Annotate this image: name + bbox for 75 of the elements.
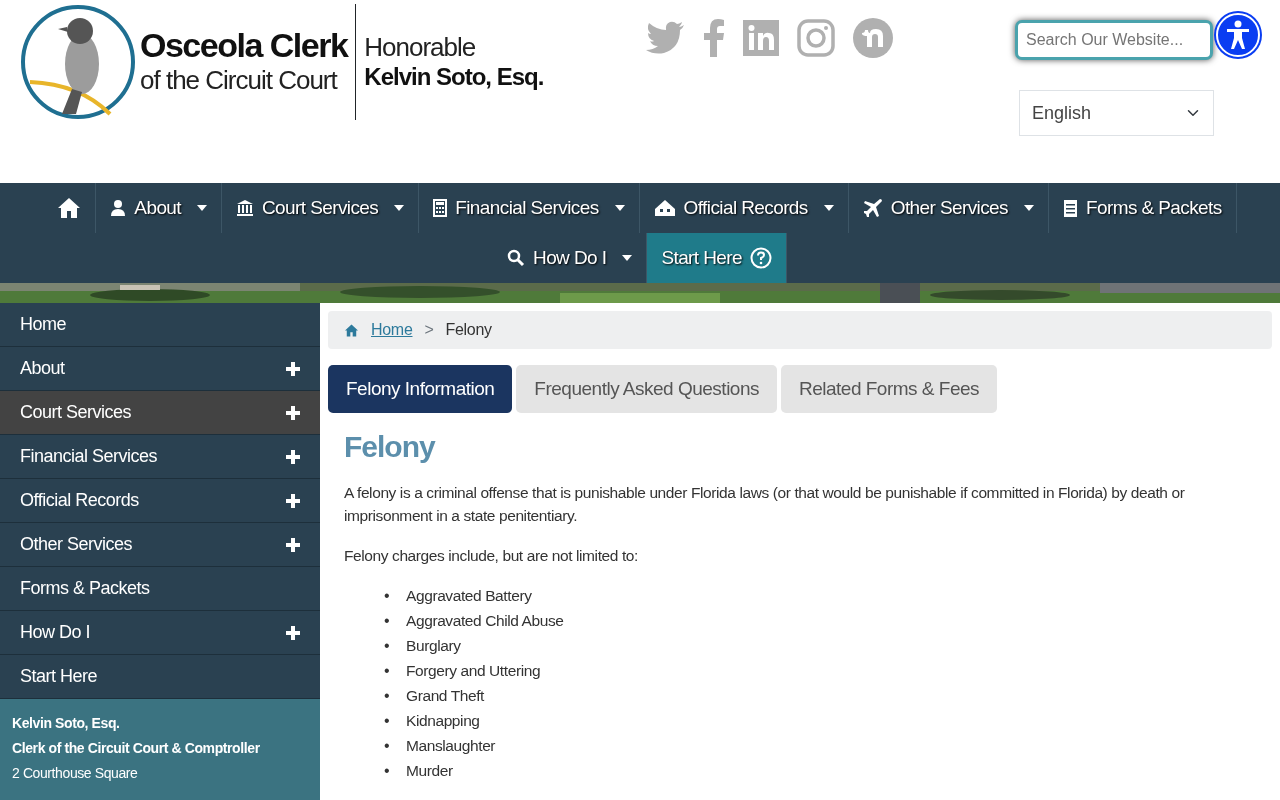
nextdoor-icon[interactable] [853,18,893,58]
plus-icon [286,537,300,552]
sidebar-item[interactable]: Financial Services [0,435,320,479]
tab[interactable]: Felony Information [328,365,513,413]
sidebar-item[interactable]: Home [0,303,320,347]
caret-icon [394,205,405,211]
contact-line: Kelvin Soto, Esq. [12,714,121,733]
tab[interactable]: Related Forms & Fees [781,365,998,413]
bullet: • [384,735,391,756]
houses-icon [653,199,676,217]
person-icon [110,199,127,217]
nav-item[interactable]: About [96,183,222,233]
contact-line: Clerk of the Circuit Court & Comptroller [12,739,261,758]
search-field[interactable]: Search Our Website... [1015,20,1213,60]
bullet: • [384,660,391,681]
nav-item[interactable]: Forms & Packets [1049,183,1237,233]
accessibility-button[interactable] [1216,13,1260,57]
list-item: Manslaughter [406,735,496,756]
home-icon [344,323,359,337]
bird-icon[interactable] [645,21,685,55]
camera-icon[interactable] [797,19,835,57]
sidebar-item[interactable]: Start Here [0,655,320,699]
list-item: Kidnapping [406,710,480,731]
bullet: • [384,685,391,706]
caret-icon [823,205,834,211]
nav-item[interactable]: Start Here [647,233,787,283]
calculator-icon [433,199,448,217]
logo[interactable]: Osceola Clerk of the Circuit Court Honorable Kelvin Soto, Esq. [20,3,620,120]
bullet: • [384,760,391,781]
accessibility-icon [1225,20,1251,50]
caret-icon [1024,205,1034,211]
plane-icon [862,198,883,218]
list-item: Grand Theft [406,685,485,706]
sidebar-item[interactable]: Court Services [0,391,320,435]
sidebar-item[interactable]: Official Records [0,479,320,523]
list-item: Aggravated Child Abuse [406,610,564,631]
caret-icon [197,205,207,211]
bank-icon [236,199,254,217]
caret-icon [622,255,633,261]
home-icon [57,197,82,219]
sidebar-item[interactable]: Forms & Packets [0,567,320,611]
plus-icon [286,449,300,464]
list-item: Murder [406,760,453,781]
nav-item[interactable]: Court Services [222,183,420,233]
sidebar-item[interactable]: About [0,347,320,391]
plus-icon [286,361,300,376]
breadcrumb-separator: > [424,320,434,340]
list-item: Burglary [406,635,461,656]
page-title: Felony [344,429,437,465]
plus-icon [286,625,300,640]
sidebar-item[interactable]: How Do I [0,611,320,655]
bullet: • [384,635,391,656]
facebook-icon[interactable] [703,19,725,57]
bullet: • [384,585,391,606]
tab[interactable]: Frequently Asked Questions [516,365,777,413]
breadcrumb-current: Felony [445,320,492,340]
plus-icon [286,405,300,420]
search-icon [507,249,526,267]
list-item: Aggravated Battery [406,585,532,606]
bullet: • [384,710,391,731]
breadcrumb-link[interactable]: Home [371,318,413,342]
plus-icon [286,493,300,508]
contact-line: 2 Courthouse Square [12,764,139,783]
list-item: Forgery and Uttering [406,660,541,681]
linkedin-icon[interactable] [743,20,779,56]
language-select[interactable]: English [1019,90,1214,136]
sidebar-item[interactable]: Other Services [0,523,320,567]
paragraph: A felony is a criminal offense that is punishable under Florida laws (or that would be punishable if committed in Florida) by death or imprisonment in a state penitentiary. [344,483,1186,527]
document-icon [1063,198,1078,218]
help-icon [749,247,772,269]
nav-item[interactable]: Other Services [848,183,1049,233]
paragraph: Felony charges include, but are not limited to: [344,545,639,566]
bullet: • [384,610,391,631]
caret-icon [614,205,625,211]
nav-item[interactable]: Financial Services [419,183,640,233]
